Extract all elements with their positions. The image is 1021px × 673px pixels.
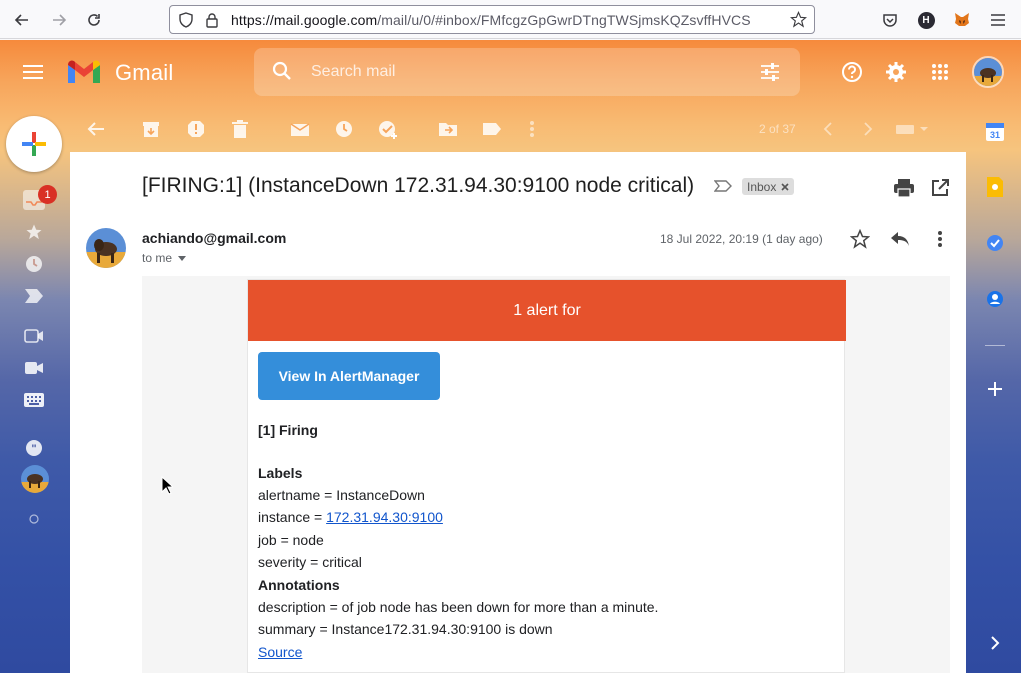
url-host: https://mail.google.com: [231, 12, 378, 28]
older-chevron-icon[interactable]: [858, 119, 878, 139]
gmail-header: Gmail Search mail: [0, 40, 1021, 104]
browser-menu-icon[interactable]: [987, 9, 1009, 31]
search-bar[interactable]: Search mail: [254, 48, 800, 96]
profile-icon[interactable]: H: [915, 9, 937, 31]
nav-snoozed-icon[interactable]: [22, 252, 46, 276]
labels-title: Labels: [258, 465, 303, 481]
search-input[interactable]: Search mail: [311, 63, 395, 81]
annotation-summary: summary = Instance172.31.94.30:9100 is d…: [258, 621, 553, 637]
compose-button[interactable]: [6, 116, 62, 172]
more-actions-icon[interactable]: [522, 119, 542, 139]
back-icon[interactable]: [11, 9, 33, 31]
gmail-wordmark: Gmail: [115, 60, 174, 85]
annotations-title: Annotations: [258, 577, 340, 593]
annotation-description: description = of job node has been down …: [258, 599, 659, 615]
url-path: /mail/u/0/#inbox/FMfcgzGpGwrDTngTWSjmsKQ…: [377, 12, 751, 28]
email-date: 18 Jul 2022, 20:19 (1 day ago): [660, 232, 823, 246]
nav-meet-video-icon[interactable]: [22, 356, 46, 380]
svg-text:": ": [31, 443, 36, 455]
remove-label-close-icon[interactable]: [781, 182, 789, 191]
gmail-app: Gmail Search mail 1 " 2 of 37 31 [FIRING…: [0, 40, 1021, 673]
more-options-icon[interactable]: [929, 228, 951, 250]
move-to-icon[interactable]: [438, 119, 458, 139]
show-side-panel-chevron-icon[interactable]: [982, 630, 1008, 656]
report-spam-icon[interactable]: [186, 119, 206, 139]
source-link[interactable]: Source: [258, 644, 302, 660]
alert-header: 1 alert for: [248, 280, 846, 341]
main-menu-icon[interactable]: [18, 58, 48, 86]
tasks-icon[interactable]: [982, 230, 1008, 256]
nav-starred-icon[interactable]: [22, 220, 46, 244]
keep-icon[interactable]: [982, 174, 1008, 200]
hangouts-avatar[interactable]: [21, 465, 49, 493]
metamask-icon[interactable]: [951, 9, 973, 31]
archive-icon[interactable]: [141, 119, 161, 139]
nav-important-icon[interactable]: [22, 284, 46, 308]
forward-icon[interactable]: [48, 9, 70, 31]
recipient-text: to me: [142, 251, 173, 265]
address-bar[interactable]: https://mail.google.com/mail/u/0/#inbox/…: [169, 5, 815, 34]
inbox-label-chip[interactable]: Inbox: [742, 178, 795, 195]
nav-meet-new-icon[interactable]: [22, 324, 46, 348]
add-task-icon[interactable]: [378, 119, 398, 139]
input-tools-icon[interactable]: [896, 119, 930, 139]
pager-text: 2 of 37: [759, 122, 796, 136]
message-view: [FIRING:1] (InstanceDown 172.31.94.30:91…: [70, 152, 966, 673]
profile-initial: H: [917, 11, 935, 29]
settings-gear-icon[interactable]: [884, 60, 908, 84]
recipient-dropdown-icon[interactable]: [178, 255, 187, 261]
url-text[interactable]: https://mail.google.com/mail/u/0/#inbox/…: [231, 12, 751, 28]
label-instance: instance = 172.31.94.30:9100: [258, 509, 443, 525]
label-alertname: alertname = InstanceDown: [258, 487, 425, 503]
account-avatar[interactable]: [972, 56, 1004, 88]
delete-icon[interactable]: [230, 119, 250, 139]
pocket-icon[interactable]: [879, 9, 901, 31]
label-severity: severity = critical: [258, 554, 362, 570]
email-subject: [FIRING:1] (InstanceDown 172.31.94.30:91…: [142, 174, 695, 197]
instance-prefix: instance =: [258, 509, 327, 525]
tracking-shield-icon[interactable]: [178, 12, 194, 28]
sender-email[interactable]: achiando@gmail.com: [142, 230, 286, 246]
email-body: 1 alert for View In AlertManager [1] Fir…: [142, 276, 950, 673]
search-options-icon[interactable]: [760, 63, 780, 81]
svg-text:31: 31: [990, 130, 1000, 140]
mark-unread-icon[interactable]: [290, 119, 310, 139]
star-icon[interactable]: [849, 228, 871, 250]
view-in-alertmanager-button[interactable]: View In AlertManager: [258, 352, 440, 400]
back-to-inbox-icon[interactable]: [86, 119, 106, 139]
nav-keyboard-icon[interactable]: [22, 388, 46, 412]
side-panel-divider: [985, 345, 1005, 346]
reload-icon[interactable]: [83, 9, 105, 31]
print-icon[interactable]: [894, 178, 914, 198]
newer-chevron-icon[interactable]: [818, 119, 838, 139]
mouse-cursor-icon: [161, 476, 173, 495]
help-icon[interactable]: [840, 60, 864, 84]
nav-status-dot-icon[interactable]: [22, 507, 46, 531]
importance-marker-icon[interactable]: [714, 180, 732, 192]
alert-card: 1 alert for View In AlertManager [1] Fir…: [247, 279, 846, 673]
reply-icon[interactable]: [889, 228, 911, 250]
get-addons-plus-icon[interactable]: [982, 376, 1008, 402]
apps-grid-icon[interactable]: [928, 60, 952, 84]
search-icon[interactable]: [272, 61, 292, 81]
open-in-new-window-icon[interactable]: [930, 178, 950, 198]
calendar-icon[interactable]: 31: [982, 118, 1008, 144]
nav-chat-icon[interactable]: ": [22, 436, 46, 460]
browser-toolbar: https://mail.google.com/mail/u/0/#inbox/…: [0, 0, 1021, 39]
label-job: job = node: [258, 532, 324, 548]
instance-link[interactable]: 172.31.94.30:9100: [326, 509, 443, 525]
contacts-icon[interactable]: [982, 286, 1008, 312]
snooze-icon[interactable]: [334, 119, 354, 139]
label-icon[interactable]: [482, 119, 502, 139]
firing-title: [1] Firing: [258, 422, 318, 438]
inbox-unread-badge: 1: [38, 185, 57, 204]
bookmark-star-icon[interactable]: [790, 11, 807, 28]
lock-icon[interactable]: [205, 12, 219, 28]
inbox-label-text: Inbox: [747, 179, 777, 194]
gmail-logo-icon[interactable]: [66, 59, 102, 85]
recipient-details[interactable]: to me: [142, 251, 187, 265]
sender-avatar[interactable]: [86, 228, 126, 268]
